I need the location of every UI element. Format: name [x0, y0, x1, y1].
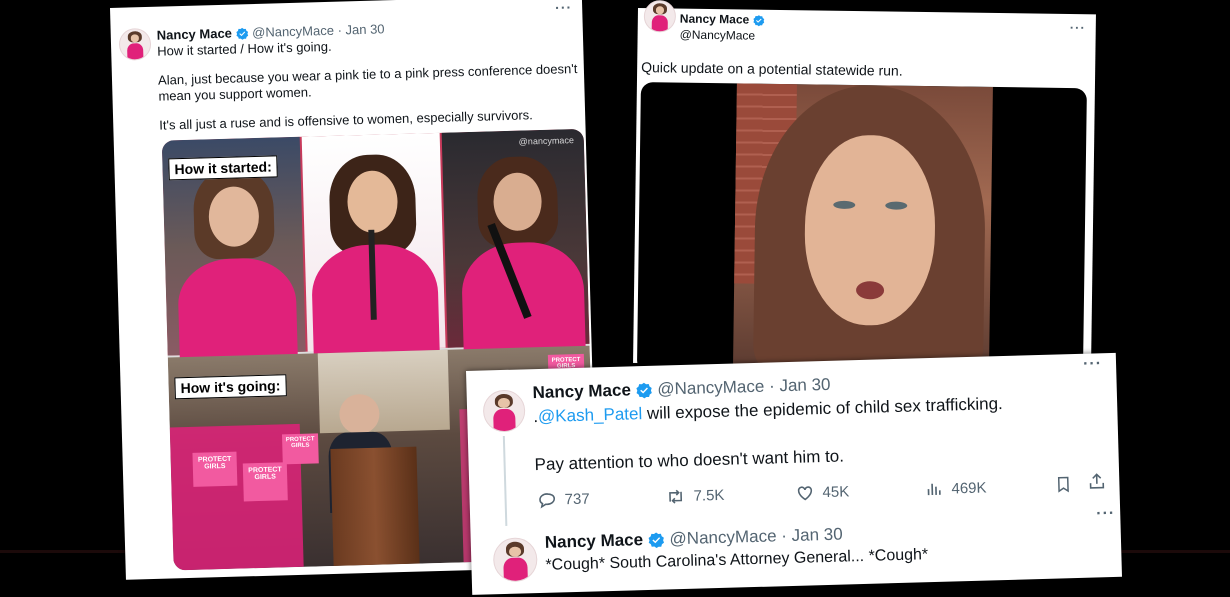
verified-badge-icon — [636, 382, 652, 399]
tweet-card-right: Nancy Mace @NancyMace ··· Quick update o… — [633, 0, 1096, 379]
reply-more-options-icon[interactable]: ··· — [1096, 505, 1115, 524]
video-frame — [732, 83, 993, 377]
reply-icon — [539, 493, 556, 509]
avatar[interactable] — [118, 27, 152, 61]
more-options-icon[interactable]: ··· — [1083, 355, 1102, 374]
repost-icon — [669, 489, 683, 504]
tweet-text-line2b: mean you support women. — [158, 84, 312, 104]
author-handle[interactable]: @NancyMace — [252, 23, 334, 40]
mention-link[interactable]: @Kash_Patel — [538, 404, 643, 426]
reply-author-name[interactable]: Nancy Mace — [545, 530, 644, 552]
like-count: 45K — [822, 483, 850, 502]
podium — [330, 446, 420, 566]
verified-badge-icon — [753, 15, 764, 27]
views-count: 469K — [951, 479, 987, 497]
more-options-icon[interactable]: ··· — [555, 0, 572, 16]
author-name[interactable]: Nancy Mace — [680, 12, 750, 27]
heart-icon — [797, 486, 813, 501]
reply-avatar[interactable] — [492, 537, 538, 583]
tweet-text-line2: Pay attention to who doesn't want him to… — [534, 446, 845, 475]
avatar[interactable] — [643, 0, 677, 33]
bookmark-icon[interactable] — [1054, 474, 1073, 499]
how-it-started-label: How it started: — [168, 155, 279, 181]
share-icon[interactable] — [1087, 471, 1107, 497]
author-name[interactable]: Nancy Mace — [157, 26, 233, 43]
views-button[interactable]: 469K — [925, 479, 987, 499]
more-options-icon[interactable]: ··· — [1070, 20, 1086, 35]
tweet-video[interactable] — [636, 82, 1087, 379]
tweet-card-bottom: Nancy Mace @NancyMace · Jan 30 ··· .@Kas… — [466, 352, 1123, 595]
author-handle[interactable]: @NancyMace — [657, 377, 765, 399]
repost-button[interactable]: 7.5K — [665, 486, 725, 507]
tweet-date[interactable]: · Jan 30 — [337, 21, 384, 37]
photo-2 — [301, 132, 446, 357]
media-top-panel: How it started: @nancymace — [161, 128, 590, 361]
verified-badge-icon — [236, 27, 248, 40]
views-chart-icon — [927, 483, 941, 496]
thread-line — [502, 435, 508, 526]
tweet-date[interactable]: · Jan 30 — [769, 375, 831, 396]
photo-3 — [441, 128, 590, 355]
reply-author-handle[interactable]: @NancyMace — [669, 526, 777, 548]
protest-sign-2: PROTECT GIRLS — [242, 462, 288, 502]
reply-button[interactable]: 737 — [537, 490, 590, 510]
tweet-text-line3: It's all just a ruse and is offensive to… — [159, 107, 533, 133]
watermark-text: @nancymace — [518, 135, 575, 147]
reply-date[interactable]: · Jan 30 — [781, 525, 843, 546]
tweet-text: Quick update on a potential statewide ru… — [641, 59, 903, 79]
protest-sign-1: PROTECT GIRLS — [192, 451, 238, 487]
like-button[interactable]: 45K — [795, 482, 849, 502]
avatar[interactable] — [482, 389, 526, 433]
verified-badge-icon — [648, 532, 665, 549]
protest-sign-3: PROTECT GIRLS — [281, 433, 319, 465]
author-name[interactable]: Nancy Mace — [532, 380, 631, 402]
how-its-going-label: How it's going: — [174, 374, 287, 400]
author-handle[interactable]: @NancyMace — [680, 28, 756, 43]
tweet-text-line2a: Alan, just because you wear a pink tie t… — [157, 60, 578, 88]
repost-count: 7.5K — [693, 486, 725, 505]
reply-count: 737 — [564, 490, 590, 509]
